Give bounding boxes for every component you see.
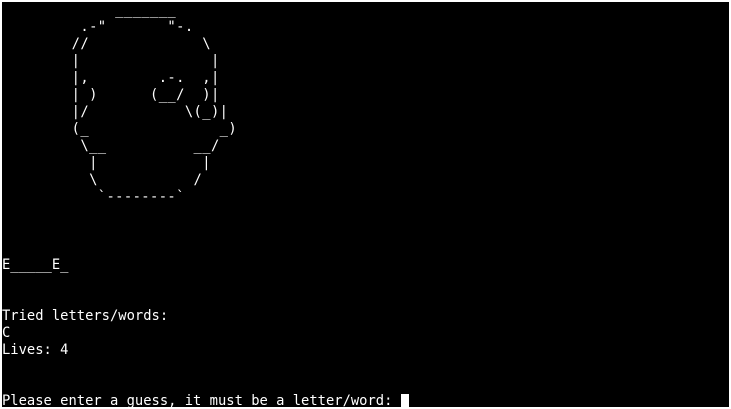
input-prompt: Please enter a guess, it must be a lette… — [2, 393, 401, 407]
tried-letters-label: Tried letters/words: — [2, 308, 169, 324]
lives-counter: Lives: 4 — [2, 342, 69, 358]
hangman-ascii-art: _______ .-" "-. // \ | | |, .-. ,| | ) (… — [71, 2, 238, 205]
input-prompt-row[interactable]: Please enter a guess, it must be a lette… — [2, 393, 409, 407]
tried-letters-value: C — [2, 325, 11, 341]
word-display: E_____E_ — [2, 257, 69, 273]
terminal-window[interactable]: _______ .-" "-. // \ | | |, .-. ,| | ) (… — [2, 2, 729, 407]
text-cursor[interactable] — [400, 393, 409, 407]
